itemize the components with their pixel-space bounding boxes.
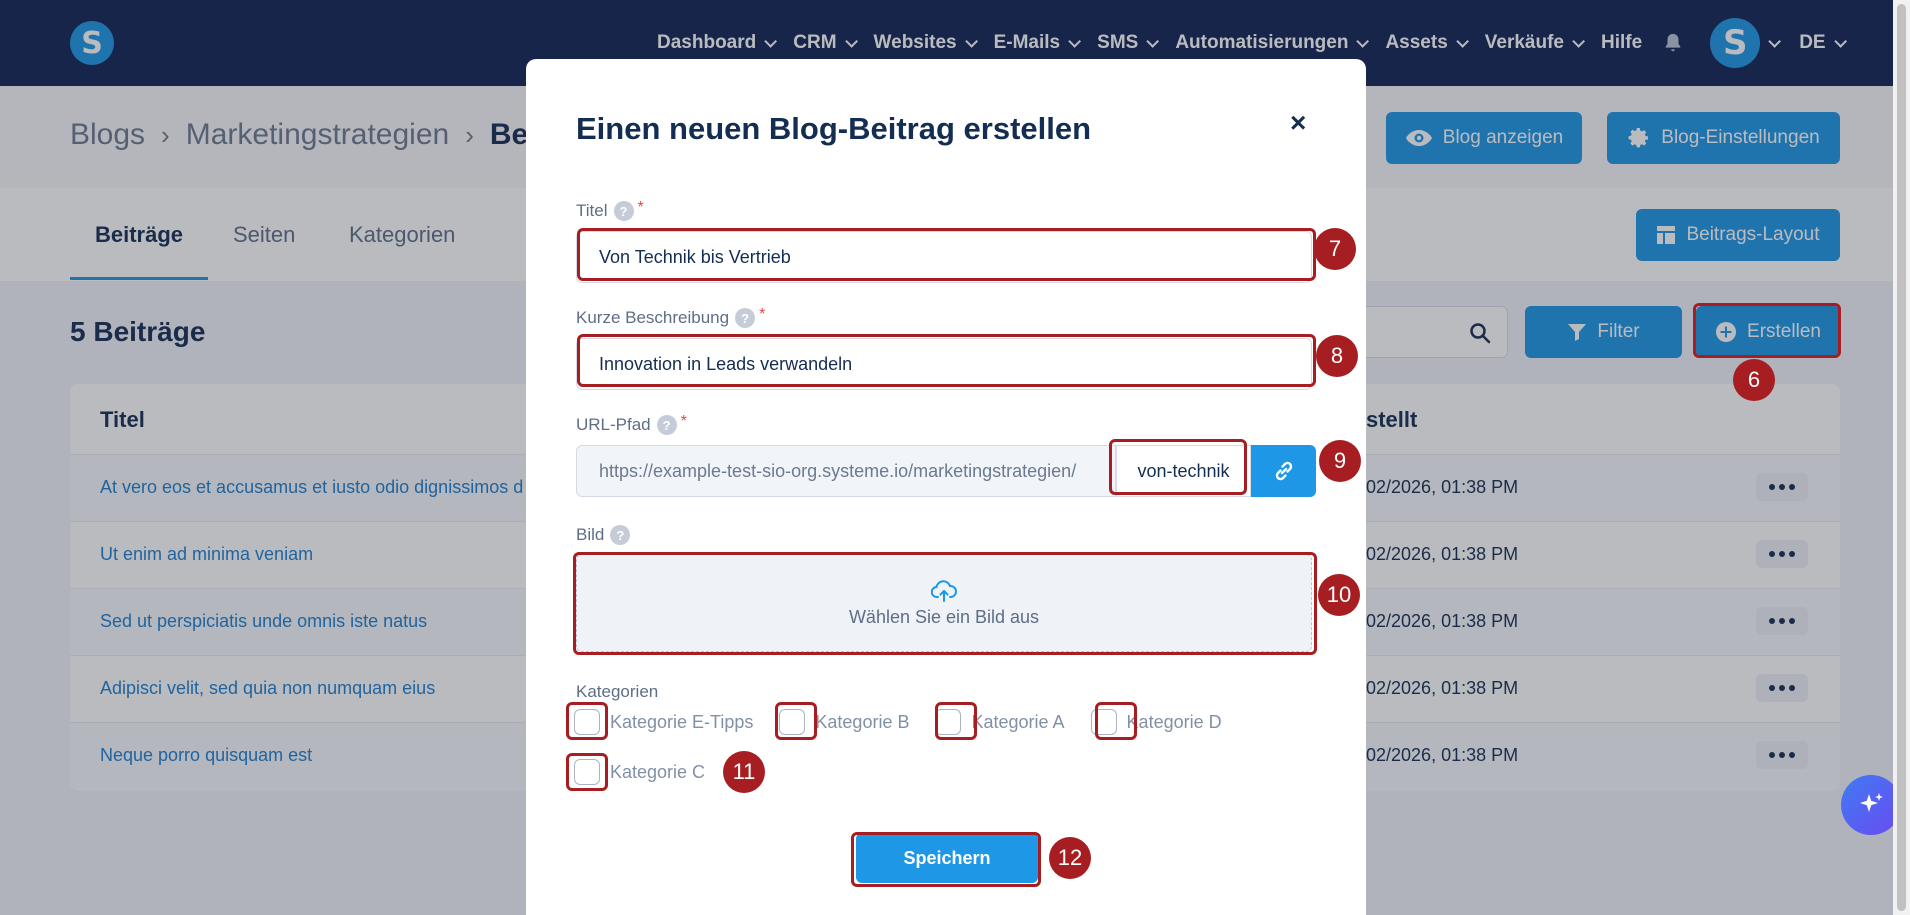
upload-cloud-icon xyxy=(931,579,957,602)
step-badge: 6 xyxy=(1733,359,1775,401)
category-checkbox-a[interactable]: Kategorie A xyxy=(935,709,1065,735)
description-input[interactable]: Innovation in Leads verwandeln xyxy=(576,338,1312,390)
title-input[interactable]: Von Technik bis Vertrieb xyxy=(576,231,1312,283)
categories-label-text: Kategorien xyxy=(576,682,659,701)
link-icon xyxy=(1275,461,1292,481)
required-marker: * xyxy=(759,306,766,323)
category-checkbox-d[interactable]: Kategorie D xyxy=(1090,709,1222,735)
image-label: Bild ? xyxy=(576,525,631,545)
ai-assistant-button[interactable] xyxy=(1841,775,1901,835)
category-label: Kategorie D xyxy=(1126,711,1222,732)
category-checkbox-e-tipps[interactable]: Kategorie E-Tipps xyxy=(574,709,753,735)
checkbox[interactable] xyxy=(574,759,600,785)
sparkle-icon xyxy=(1860,793,1883,812)
category-checkbox-b[interactable]: Kategorie B xyxy=(779,709,909,735)
step-badge: 8 xyxy=(1316,335,1358,377)
url-path-label: URL-Pfad ? * xyxy=(576,413,687,435)
category-label: Kategorie B xyxy=(815,711,910,732)
step-badge: 10 xyxy=(1318,574,1360,616)
categories-row-2: Kategorie C xyxy=(574,759,731,785)
checkbox[interactable] xyxy=(1090,709,1117,735)
close-icon[interactable]: × xyxy=(1290,107,1306,139)
url-prefix-field: https://example-test-sio-org.systeme.io/… xyxy=(576,445,1116,497)
link-icon-button[interactable] xyxy=(1251,445,1316,497)
help-icon[interactable]: ? xyxy=(610,525,631,545)
url-slug-input[interactable]: von-technik xyxy=(1116,445,1251,497)
required-marker: * xyxy=(637,199,644,216)
help-icon[interactable]: ? xyxy=(656,415,677,435)
description-label: Kurze Beschreibung ? * xyxy=(576,306,766,328)
description-label-text: Kurze Beschreibung xyxy=(576,308,730,327)
modal-title: Einen neuen Blog-Beitrag erstellen xyxy=(576,111,1092,146)
category-label: Kategorie A xyxy=(971,711,1065,732)
category-checkbox-c[interactable]: Kategorie C xyxy=(574,759,705,785)
required-marker: * xyxy=(680,413,687,430)
categories-label: Kategorien xyxy=(576,682,658,702)
image-label-text: Bild xyxy=(576,525,605,544)
step-badge: 12 xyxy=(1049,837,1091,879)
save-button[interactable]: Speichern xyxy=(856,833,1038,883)
category-label: Kategorie E-Tipps xyxy=(610,711,754,732)
step-badge: 11 xyxy=(723,751,765,793)
checkbox[interactable] xyxy=(779,709,806,735)
category-label: Kategorie C xyxy=(610,761,706,782)
title-label: Titel ? * xyxy=(576,199,644,221)
categories-row-1: Kategorie E-Tipps Kategorie B Kategorie … xyxy=(574,709,1248,735)
help-icon[interactable]: ? xyxy=(735,308,756,328)
step-badge: 9 xyxy=(1319,440,1361,482)
create-post-modal: Einen neuen Blog-Beitrag erstellen × Tit… xyxy=(526,59,1366,915)
image-hint-text: Wählen Sie ein Bild aus xyxy=(848,606,1040,627)
step-badge: 7 xyxy=(1314,228,1356,270)
checkbox[interactable] xyxy=(935,709,962,735)
checkbox[interactable] xyxy=(574,709,600,735)
title-label-text: Titel xyxy=(576,201,608,220)
image-dropzone[interactable]: Wählen Sie ein Bild aus xyxy=(576,554,1312,652)
url-path-label-text: URL-Pfad xyxy=(576,415,651,434)
help-icon[interactable]: ? xyxy=(613,201,634,221)
scrollbar[interactable] xyxy=(1893,0,1910,915)
scrollbar-thumb[interactable] xyxy=(1897,4,1906,911)
